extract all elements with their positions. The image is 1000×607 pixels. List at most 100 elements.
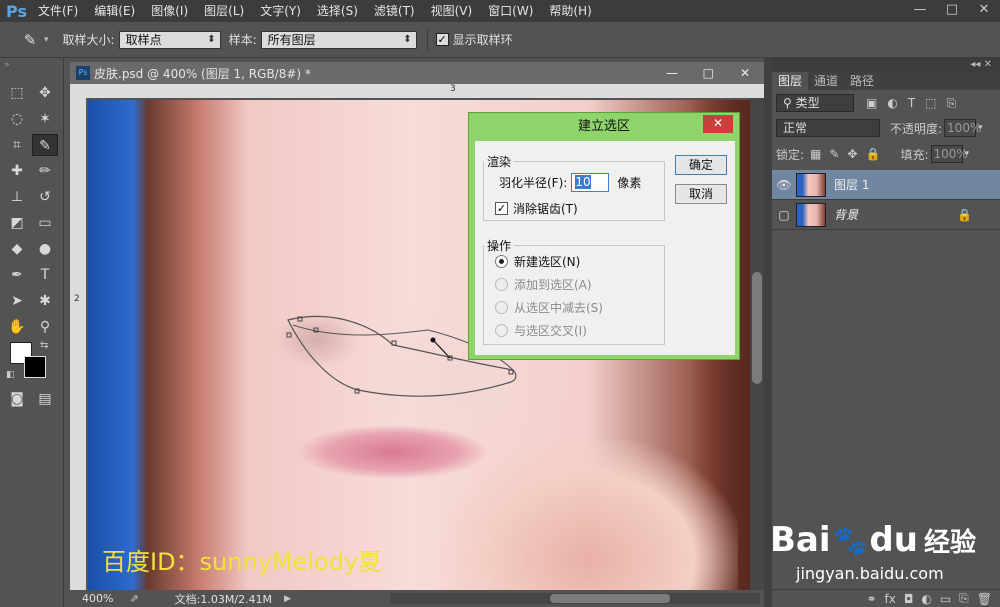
- marquee-tool-icon[interactable]: ⬚: [4, 82, 30, 104]
- tab-layers[interactable]: 图层: [772, 72, 809, 90]
- type-filter-icon[interactable]: T: [908, 96, 915, 110]
- shape-tool-icon[interactable]: ✱: [32, 290, 58, 312]
- op-intersect-selection: 与选区交叉(I): [495, 322, 587, 339]
- sample-select[interactable]: 所有图层: [260, 30, 417, 49]
- lock-transparent-icon[interactable]: ▦: [810, 147, 821, 161]
- layer-filter-select[interactable]: ⚲ 类型: [776, 94, 854, 112]
- app-logo: Ps: [6, 1, 27, 21]
- jingyan-url: jingyan.baidu.com: [796, 564, 944, 583]
- shape-filter-icon[interactable]: ⬚: [925, 96, 936, 110]
- quick-mask-icon[interactable]: ◙: [4, 388, 30, 410]
- menu-window[interactable]: 窗口(W): [480, 0, 541, 22]
- vertical-scrollbar[interactable]: [750, 98, 764, 590]
- eraser-tool-icon[interactable]: ◩: [4, 212, 30, 234]
- lock-position-icon[interactable]: ✥: [847, 147, 857, 161]
- smart-object-filter-icon[interactable]: ⎘: [947, 96, 957, 111]
- menu-image[interactable]: 图像(I): [143, 0, 196, 22]
- visibility-box-icon[interactable]: ▢: [772, 208, 796, 222]
- panel-collapse-icon[interactable]: ◂◂ ✕: [772, 58, 1000, 72]
- fx-icon[interactable]: fx: [885, 592, 896, 606]
- image-filter-icon[interactable]: ▣: [866, 96, 877, 110]
- dodge-tool-icon[interactable]: ●: [32, 238, 58, 260]
- menu-edit[interactable]: 编辑(E): [86, 0, 143, 22]
- dialog-close-button[interactable]: ✕: [703, 115, 733, 133]
- layer-row-layer1[interactable]: 👁 图层 1: [772, 170, 1000, 200]
- path-selection-icon[interactable]: ➤: [4, 290, 30, 312]
- menu-layer[interactable]: 图层(L): [196, 0, 252, 22]
- chevron-down-icon[interactable]: ▾: [44, 35, 49, 45]
- move-tool-icon[interactable]: ✥: [32, 82, 58, 104]
- magic-wand-icon[interactable]: ✶: [32, 108, 58, 130]
- menu-view[interactable]: 视图(V): [423, 0, 481, 22]
- visibility-eye-icon[interactable]: 👁: [772, 178, 796, 192]
- layer-row-background[interactable]: ▢ 背景 🔒: [772, 200, 1000, 230]
- horizontal-scroll-thumb[interactable]: [550, 594, 670, 603]
- link-layers-icon[interactable]: ⚭: [866, 592, 876, 606]
- close-button[interactable]: ✕: [968, 0, 1000, 22]
- doc-minimize-button[interactable]: —: [666, 66, 678, 80]
- blur-tool-icon[interactable]: ◆: [4, 238, 30, 260]
- sample-size-select[interactable]: 取样点: [118, 30, 221, 49]
- ruler-top[interactable]: 3: [70, 84, 764, 98]
- swap-colors-icon[interactable]: ⇆: [40, 340, 48, 351]
- new-group-icon[interactable]: ▭: [940, 592, 951, 606]
- antialias-checkbox[interactable]: ✓: [495, 202, 508, 215]
- menu-filter[interactable]: 滤镜(T): [366, 0, 423, 22]
- lock-all-icon[interactable]: 🔒: [866, 147, 881, 161]
- history-brush-icon[interactable]: ↺: [32, 186, 58, 208]
- menu-select[interactable]: 选择(S): [309, 0, 366, 22]
- document-title: 皮肤.psd @ 400% (图层 1, RGB/8#) *: [94, 66, 311, 81]
- maximize-button[interactable]: □: [936, 0, 968, 22]
- eyedropper-icon[interactable]: ✎: [16, 31, 44, 49]
- ruler-left[interactable]: 2: [70, 98, 86, 592]
- doc-close-button[interactable]: ✕: [740, 66, 750, 80]
- eyedropper-tool-icon[interactable]: ✎: [32, 134, 58, 156]
- zoom-level[interactable]: 400%: [82, 592, 113, 605]
- operation-legend: 操作: [487, 239, 512, 253]
- fill-input[interactable]: 100%: [930, 145, 968, 163]
- type-tool-icon[interactable]: T: [32, 264, 58, 286]
- default-colors-icon[interactable]: ◧: [6, 370, 15, 380]
- blend-mode-select[interactable]: 正常: [776, 119, 880, 137]
- export-icon[interactable]: ⇗: [129, 592, 138, 605]
- opacity-input[interactable]: 100%: [944, 119, 981, 137]
- cancel-button[interactable]: 取消: [675, 184, 727, 204]
- trash-icon[interactable]: 🗑: [977, 592, 992, 606]
- adjustment-filter-icon[interactable]: ◐: [887, 96, 897, 110]
- menu-help[interactable]: 帮助(H): [541, 0, 599, 22]
- show-ring-checkbox[interactable]: ✓: [435, 33, 449, 46]
- add-mask-icon[interactable]: ◘: [904, 592, 914, 606]
- horizontal-scrollbar[interactable]: [390, 593, 760, 604]
- document-tab[interactable]: Ps 皮肤.psd @ 400% (图层 1, RGB/8#) * — □ ✕: [70, 62, 764, 84]
- healing-brush-icon[interactable]: ✚: [4, 160, 30, 182]
- crop-tool-icon[interactable]: ⌗: [4, 134, 30, 156]
- hand-tool-icon[interactable]: ✋: [4, 316, 30, 338]
- new-layer-icon[interactable]: ⎘: [959, 591, 969, 606]
- op-new-selection[interactable]: 新建选区(N): [495, 253, 580, 270]
- lock-pixels-icon[interactable]: ✎: [829, 147, 839, 161]
- zoom-tool-icon[interactable]: ⚲: [32, 316, 58, 338]
- menu-type[interactable]: 文字(Y): [252, 0, 309, 22]
- radio-button[interactable]: [495, 255, 508, 268]
- pen-tool-icon[interactable]: ✒: [4, 264, 30, 286]
- layer-name[interactable]: 图层 1: [834, 176, 869, 193]
- screen-mode-icon[interactable]: ▤: [32, 388, 58, 410]
- doc-maximize-button[interactable]: □: [703, 66, 714, 80]
- stamp-tool-icon[interactable]: ⊥: [4, 186, 30, 208]
- tab-paths[interactable]: 路径: [844, 72, 880, 90]
- adjustment-layer-icon[interactable]: ◐: [921, 592, 931, 606]
- ok-button[interactable]: 确定: [675, 155, 727, 175]
- menu-file[interactable]: 文件(F): [30, 0, 86, 22]
- vertical-scroll-thumb[interactable]: [752, 272, 762, 384]
- minimize-button[interactable]: —: [904, 0, 936, 22]
- lock-label: 锁定:: [776, 147, 805, 162]
- play-icon[interactable]: ▶: [284, 594, 291, 604]
- gradient-tool-icon[interactable]: ▭: [32, 212, 58, 234]
- lasso-tool-icon[interactable]: ◌: [4, 108, 30, 130]
- brush-tool-icon[interactable]: ✏: [32, 160, 58, 182]
- layer-name[interactable]: 背景: [834, 206, 858, 223]
- toolbox-collapse-icon[interactable]: »: [4, 60, 10, 70]
- background-color-swatch[interactable]: [24, 356, 46, 378]
- feather-radius-input[interactable]: 10: [571, 173, 610, 192]
- tab-channels[interactable]: 通道: [808, 72, 844, 90]
